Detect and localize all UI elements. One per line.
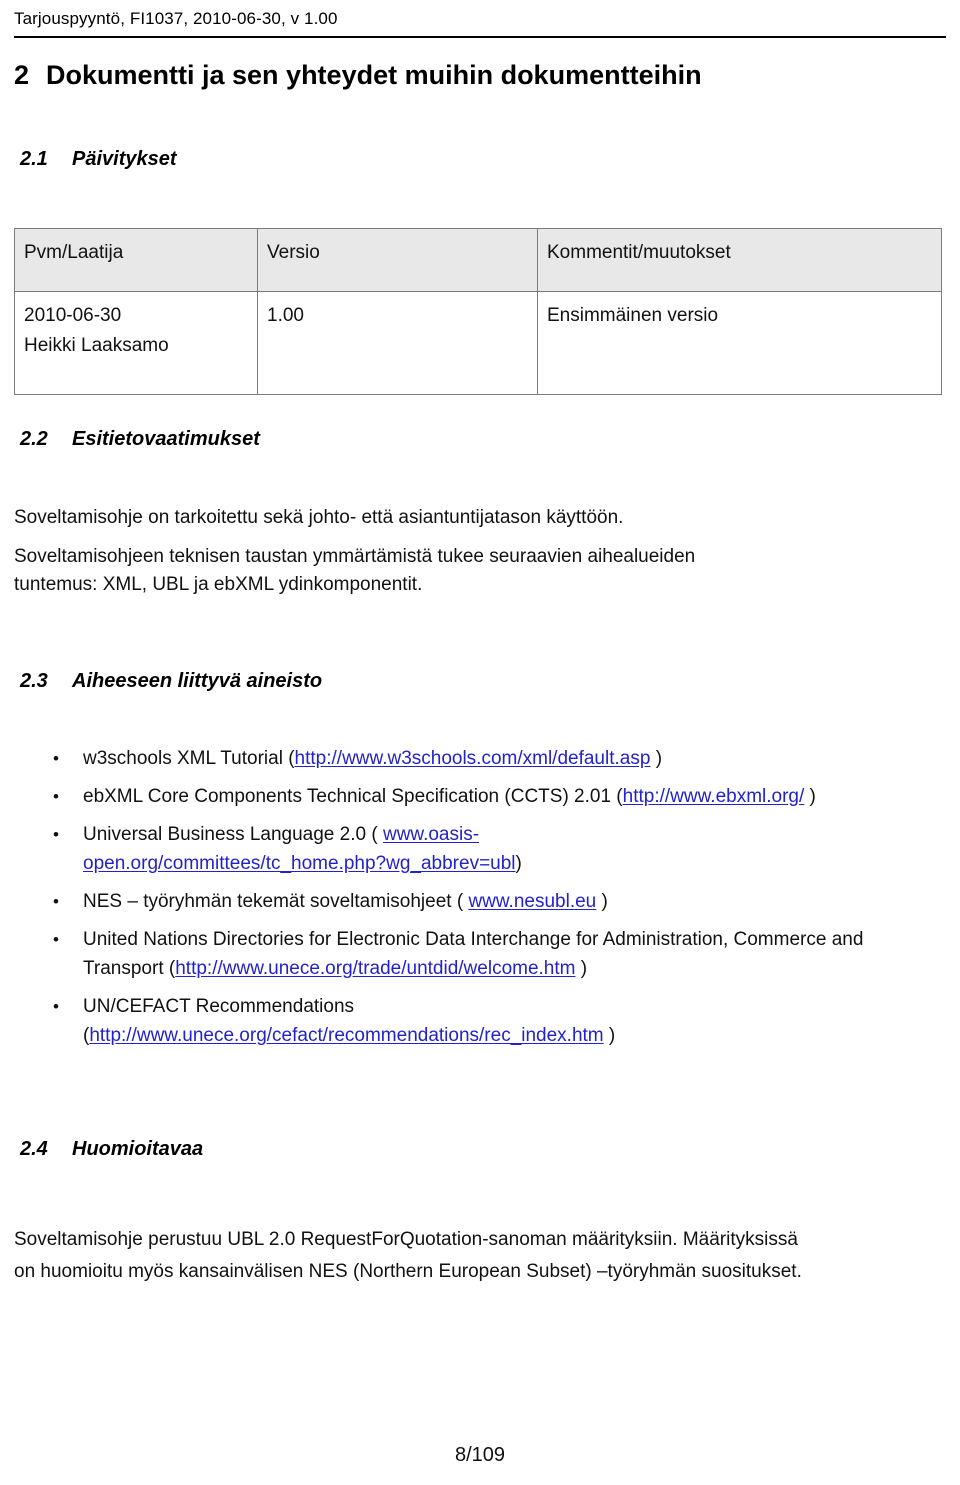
heading-2-3: 2.3 Aiheeseen liittyvä aineisto	[20, 668, 920, 694]
page-footer: 8/109	[0, 1444, 960, 1467]
list-item: • UN/CEFACT Recommendations (http://www.u…	[0, 992, 960, 1050]
heading-2-2: 2.2 Esitietovaatimukset	[20, 426, 920, 452]
document-page: Tarjouspyyntö, FI1037, 2010-06-30, v 1.0…	[0, 0, 960, 1485]
page-number: 8/109	[454, 1444, 506, 1466]
table-row: 2010-06-30 Heikki Laaksamo 1.00 Ensimmäi…	[14, 291, 942, 395]
list-item-link[interactable]: http://www.ebxml.org/	[623, 786, 805, 807]
column-header-pvm-laatija: Pvm/Laatija	[14, 228, 258, 292]
heading-2-3-number: 2.3	[20, 670, 48, 692]
list-item-link[interactable]: http://www.unece.org/trade/untdid/welcom…	[175, 958, 575, 979]
heading-2-4: 2.4 Huomioitavaa	[20, 1136, 920, 1162]
list-item-suffix: )	[596, 891, 608, 912]
list-item-suffix: )	[515, 853, 522, 874]
list-item-suffix: )	[575, 958, 588, 979]
bullet-icon: •	[53, 749, 59, 768]
cell-date: 2010-06-30	[24, 305, 122, 326]
heading-2-1-text: Päivitykset	[72, 148, 177, 170]
running-header: Tarjouspyyntö, FI1037, 2010-06-30, v 1.0…	[14, 9, 338, 28]
heading-1-text: Dokumentti ja sen yhteydet muihin dokume…	[46, 60, 702, 90]
list-item-prefix: w3schools XML Tutorial (	[83, 748, 295, 769]
revision-history-table: Pvm/Laatija Versio Kommentit/muutokset 2…	[14, 228, 942, 395]
paragraph-2-2-second-line-2: tuntemus: XML, UBL ja ebXML ydinkomponen…	[14, 574, 423, 595]
list-item-prefix: NES – työryhmän tekemät soveltamisohjeet…	[83, 891, 469, 912]
heading-2-2-number: 2.2	[20, 428, 48, 450]
list-item-prefix: Universal Business Language 2.0 (	[83, 824, 383, 845]
list-item-suffix: )	[804, 786, 816, 807]
related-material-list: • w3schools XML Tutorial (http://www.w3sc…	[0, 744, 960, 1059]
cell-date-author: 2010-06-30 Heikki Laaksamo	[14, 291, 258, 395]
list-item-link[interactable]: http://www.unece.org/cefact/recommendati…	[89, 1025, 603, 1046]
list-item: • Universal Business Language 2.0 ( www.o…	[0, 820, 960, 878]
heading-2-4-number: 2.4	[20, 1138, 48, 1160]
list-item: • ebXML Core Components Technical Specifi…	[0, 782, 960, 811]
bullet-icon: •	[53, 997, 59, 1016]
list-item: • NES – työryhmän tekemät soveltamisohjee…	[0, 887, 960, 916]
list-item-link[interactable]: www.nesubl.eu	[468, 891, 596, 912]
paragraph-2-2-second: Soveltamisohjeen teknisen taustan ymmärt…	[14, 543, 934, 599]
list-item-prefix: ebXML Core Components Technical Specific…	[83, 786, 623, 807]
column-header-versio: Versio	[257, 228, 538, 292]
heading-2-1-number: 2.1	[20, 148, 48, 170]
paragraph-2-4: Soveltamisohje perustuu UBL 2.0 RequestF…	[14, 1224, 954, 1288]
heading-2-1: 2.1 Päivitykset	[20, 146, 920, 172]
table-header-row: Pvm/Laatija Versio Kommentit/muutokset	[14, 228, 942, 292]
list-item: • United Nations Directories for Electron…	[0, 925, 960, 983]
list-item: • w3schools XML Tutorial (http://www.w3sc…	[0, 744, 960, 773]
page-title: 2 Dokumentti ja sen yhteydet muihin dokum…	[14, 59, 944, 91]
list-item-suffix: )	[650, 748, 663, 769]
heading-2-2-text: Esitietovaatimukset	[72, 428, 260, 450]
paragraph-2-2-second-line-1: Soveltamisohjeen teknisen taustan ymmärt…	[14, 546, 696, 567]
bullet-icon: •	[53, 825, 59, 844]
header-divider-rule	[14, 36, 946, 38]
cell-author: Heikki Laaksamo	[24, 335, 169, 356]
heading-1-number: 2	[14, 60, 30, 90]
cell-comment: Ensimmäinen versio	[537, 291, 942, 395]
cell-version: 1.00	[257, 291, 538, 395]
heading-2-3-text: Aiheeseen liittyvä aineisto	[72, 670, 323, 692]
paragraph-2-4-line-1: Soveltamisohje perustuu UBL 2.0 RequestF…	[14, 1229, 798, 1250]
list-item-suffix: )	[603, 1025, 616, 1046]
paragraph-2-2-first: Soveltamisohje on tarkoitettu sekä johto…	[14, 507, 624, 528]
paragraph-2-4-line-2: on huomioitu myös kansainvälisen NES (No…	[14, 1261, 802, 1282]
column-header-kommentit: Kommentit/muutokset	[537, 228, 942, 292]
bullet-icon: •	[53, 930, 59, 949]
bullet-icon: •	[53, 892, 59, 911]
bullet-icon: •	[53, 787, 59, 806]
heading-2-4-text: Huomioitavaa	[72, 1138, 204, 1160]
list-item-link[interactable]: http://www.w3schools.com/xml/default.asp	[295, 748, 651, 769]
